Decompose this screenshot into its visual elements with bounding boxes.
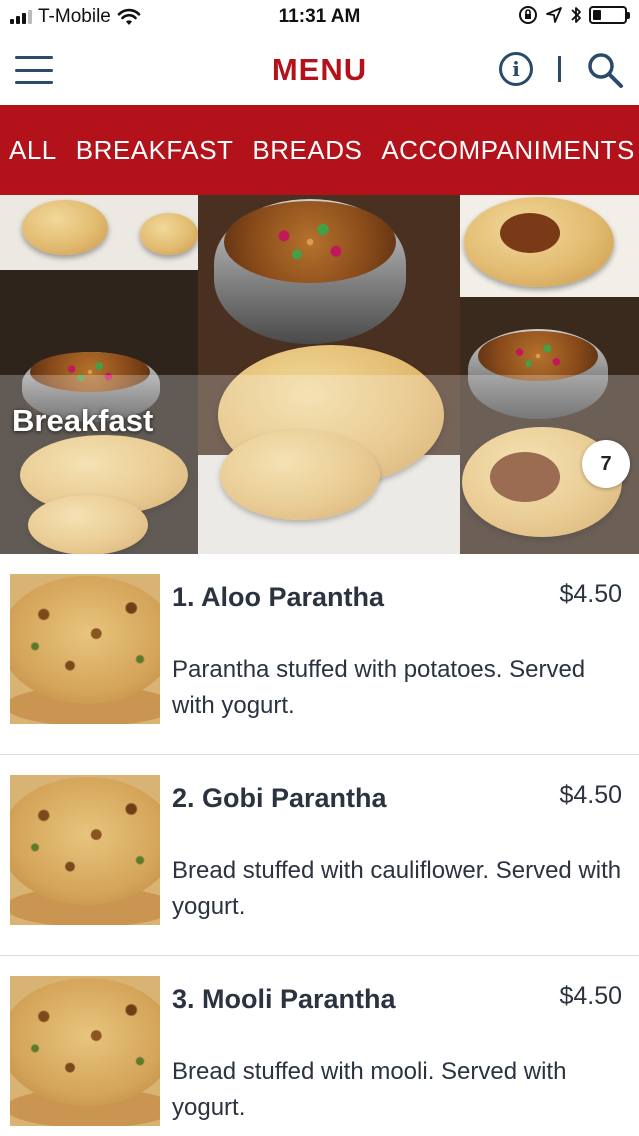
status-right bbox=[518, 5, 630, 25]
hero-title: Breakfast bbox=[12, 403, 154, 438]
list-item[interactable]: 2. Gobi Parantha $4.50 Bread stuffed wit… bbox=[0, 755, 639, 956]
item-description: Parantha stuffed with potatoes. Served w… bbox=[172, 656, 586, 719]
divider bbox=[558, 56, 561, 82]
item-description: Bread stuffed with mooli. Served with yo… bbox=[172, 1058, 567, 1121]
item-price: $4.50 bbox=[559, 580, 622, 608]
tab-all[interactable]: ALL bbox=[9, 135, 57, 166]
list-item[interactable]: 3. Mooli Parantha $4.50 Bread stuffed wi… bbox=[0, 956, 639, 1136]
list-item[interactable]: 1. Aloo Parantha $4.50 Parantha stuffed … bbox=[0, 554, 639, 755]
tab-accompaniments[interactable]: ACCOMPANIMENTS bbox=[381, 135, 635, 166]
battery-fill bbox=[593, 10, 601, 20]
battery-icon bbox=[589, 6, 630, 24]
hero-photo-puris bbox=[0, 195, 198, 270]
tab-breakfast[interactable]: BREAKFAST bbox=[76, 135, 234, 166]
item-name: 1. Aloo Parantha bbox=[172, 582, 385, 612]
search-icon[interactable] bbox=[585, 50, 625, 90]
item-thumbnail bbox=[10, 976, 160, 1126]
hero-photo-broken-puri bbox=[460, 195, 639, 297]
app-header: MENU i bbox=[0, 36, 639, 105]
hamburger-icon[interactable] bbox=[15, 56, 53, 84]
menu-list: 1. Aloo Parantha $4.50 Parantha stuffed … bbox=[0, 554, 639, 1136]
item-description: Bread stuffed with cauliflower. Served w… bbox=[172, 857, 622, 920]
category-tabs: ALL BREAKFAST BREADS ACCOMPANIMENTS bbox=[0, 105, 639, 195]
category-hero[interactable]: Breakfast 7 bbox=[0, 195, 639, 554]
info-icon[interactable]: i bbox=[499, 52, 533, 86]
item-thumbnail bbox=[10, 574, 160, 724]
item-count-badge: 7 bbox=[582, 440, 630, 488]
item-name: 3. Mooli Parantha bbox=[172, 984, 396, 1014]
item-price: $4.50 bbox=[559, 781, 622, 809]
item-price: $4.50 bbox=[559, 982, 622, 1010]
bluetooth-icon bbox=[571, 7, 581, 23]
location-icon bbox=[546, 7, 562, 23]
page-title: MENU bbox=[271, 52, 368, 87]
orientation-lock-icon bbox=[519, 6, 537, 24]
tab-breads[interactable]: BREADS bbox=[252, 135, 362, 166]
status-bar: T-Mobile 11:31 AM bbox=[0, 0, 639, 36]
item-name: 2. Gobi Parantha bbox=[172, 783, 387, 813]
item-thumbnail bbox=[10, 775, 160, 925]
hero-overlay bbox=[0, 375, 639, 554]
